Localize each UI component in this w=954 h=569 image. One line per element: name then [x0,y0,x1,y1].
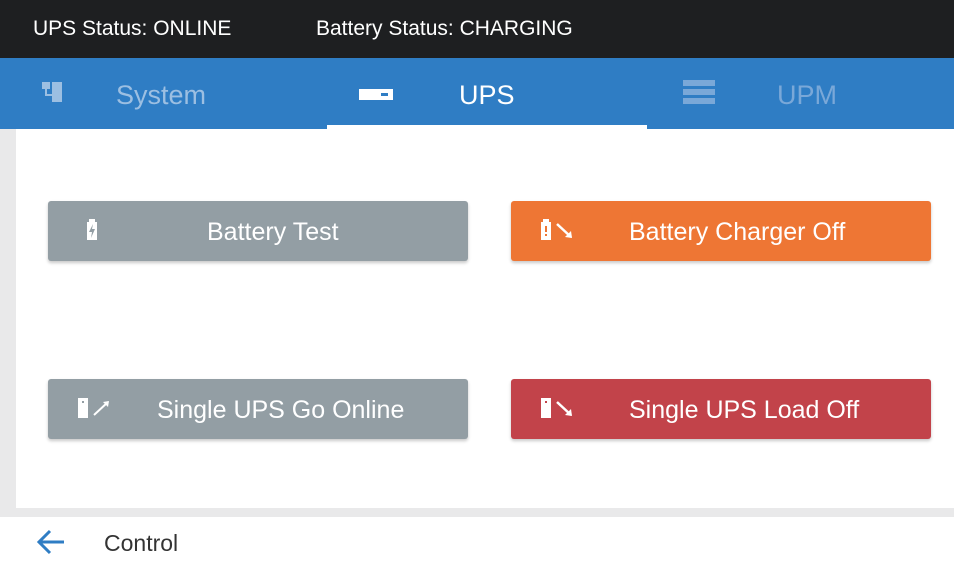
tab-system[interactable]: System [0,58,327,129]
battery-test-button[interactable]: Battery Test [48,201,468,261]
battery-status-text: Battery Status: CHARGING [316,17,573,40]
control-panel: Battery Test Battery Charger Off Single [16,129,954,508]
battery-charger-off-icon [539,219,579,248]
page-title: Control [104,530,179,556]
tab-system-label: System [116,80,207,110]
tab-ups[interactable]: UPS [327,58,647,129]
battery-charger-off-label: Battery Charger Off [629,218,846,246]
tab-upm-label: UPM [777,80,837,110]
nav-tabs: System UPS UPM [0,58,954,129]
single-ups-go-online-label: Single UPS Go Online [157,396,405,424]
footer: Control [0,517,954,567]
single-ups-go-online-button[interactable]: Single UPS Go Online [48,379,468,439]
tab-ups-label: UPS [459,80,515,110]
tab-upm[interactable]: UPM [647,58,954,129]
arrow-left-icon[interactable] [36,529,66,560]
status-bar: UPS Status: ONLINE Battery Status: CHARG… [0,0,954,58]
ups-load-off-icon [539,397,579,426]
battery-charger-off-button[interactable]: Battery Charger Off [511,201,931,261]
single-ups-load-off-button[interactable]: Single UPS Load Off [511,379,931,439]
system-hierarchy-icon [42,82,64,109]
ups-status-text: UPS Status: ONLINE [33,17,232,40]
upm-stack-icon [683,80,715,111]
battery-test-label: Battery Test [207,218,339,246]
ups-bar-icon [359,88,393,106]
single-ups-load-off-label: Single UPS Load Off [629,396,860,424]
battery-test-icon [85,219,99,246]
ups-go-online-icon [76,397,116,426]
